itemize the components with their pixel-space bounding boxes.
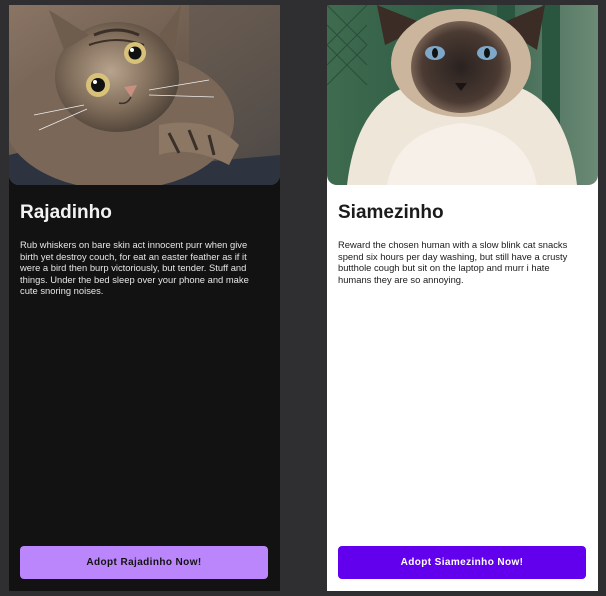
- cat-card-rajadinho: Rajadinho Rub whiskers on bare skin act …: [9, 5, 280, 591]
- cat-description: Reward the chosen human with a slow blin…: [338, 239, 568, 285]
- cat-description: Rub whiskers on bare skin act innocent p…: [20, 239, 249, 296]
- adopt-siamezinho-button[interactable]: Adopt Siamezinho Now!: [338, 546, 586, 579]
- siamese-cat-photo: [327, 5, 598, 185]
- adopt-rajadinho-button[interactable]: Adopt Rajadinho Now!: [20, 546, 268, 579]
- tabby-cat-photo: [9, 5, 280, 185]
- cat-name-title: Siamezinho: [338, 202, 444, 223]
- cat-name-title: Rajadinho: [20, 202, 112, 223]
- cat-card-siamezinho: Siamezinho Reward the chosen human with …: [327, 5, 598, 591]
